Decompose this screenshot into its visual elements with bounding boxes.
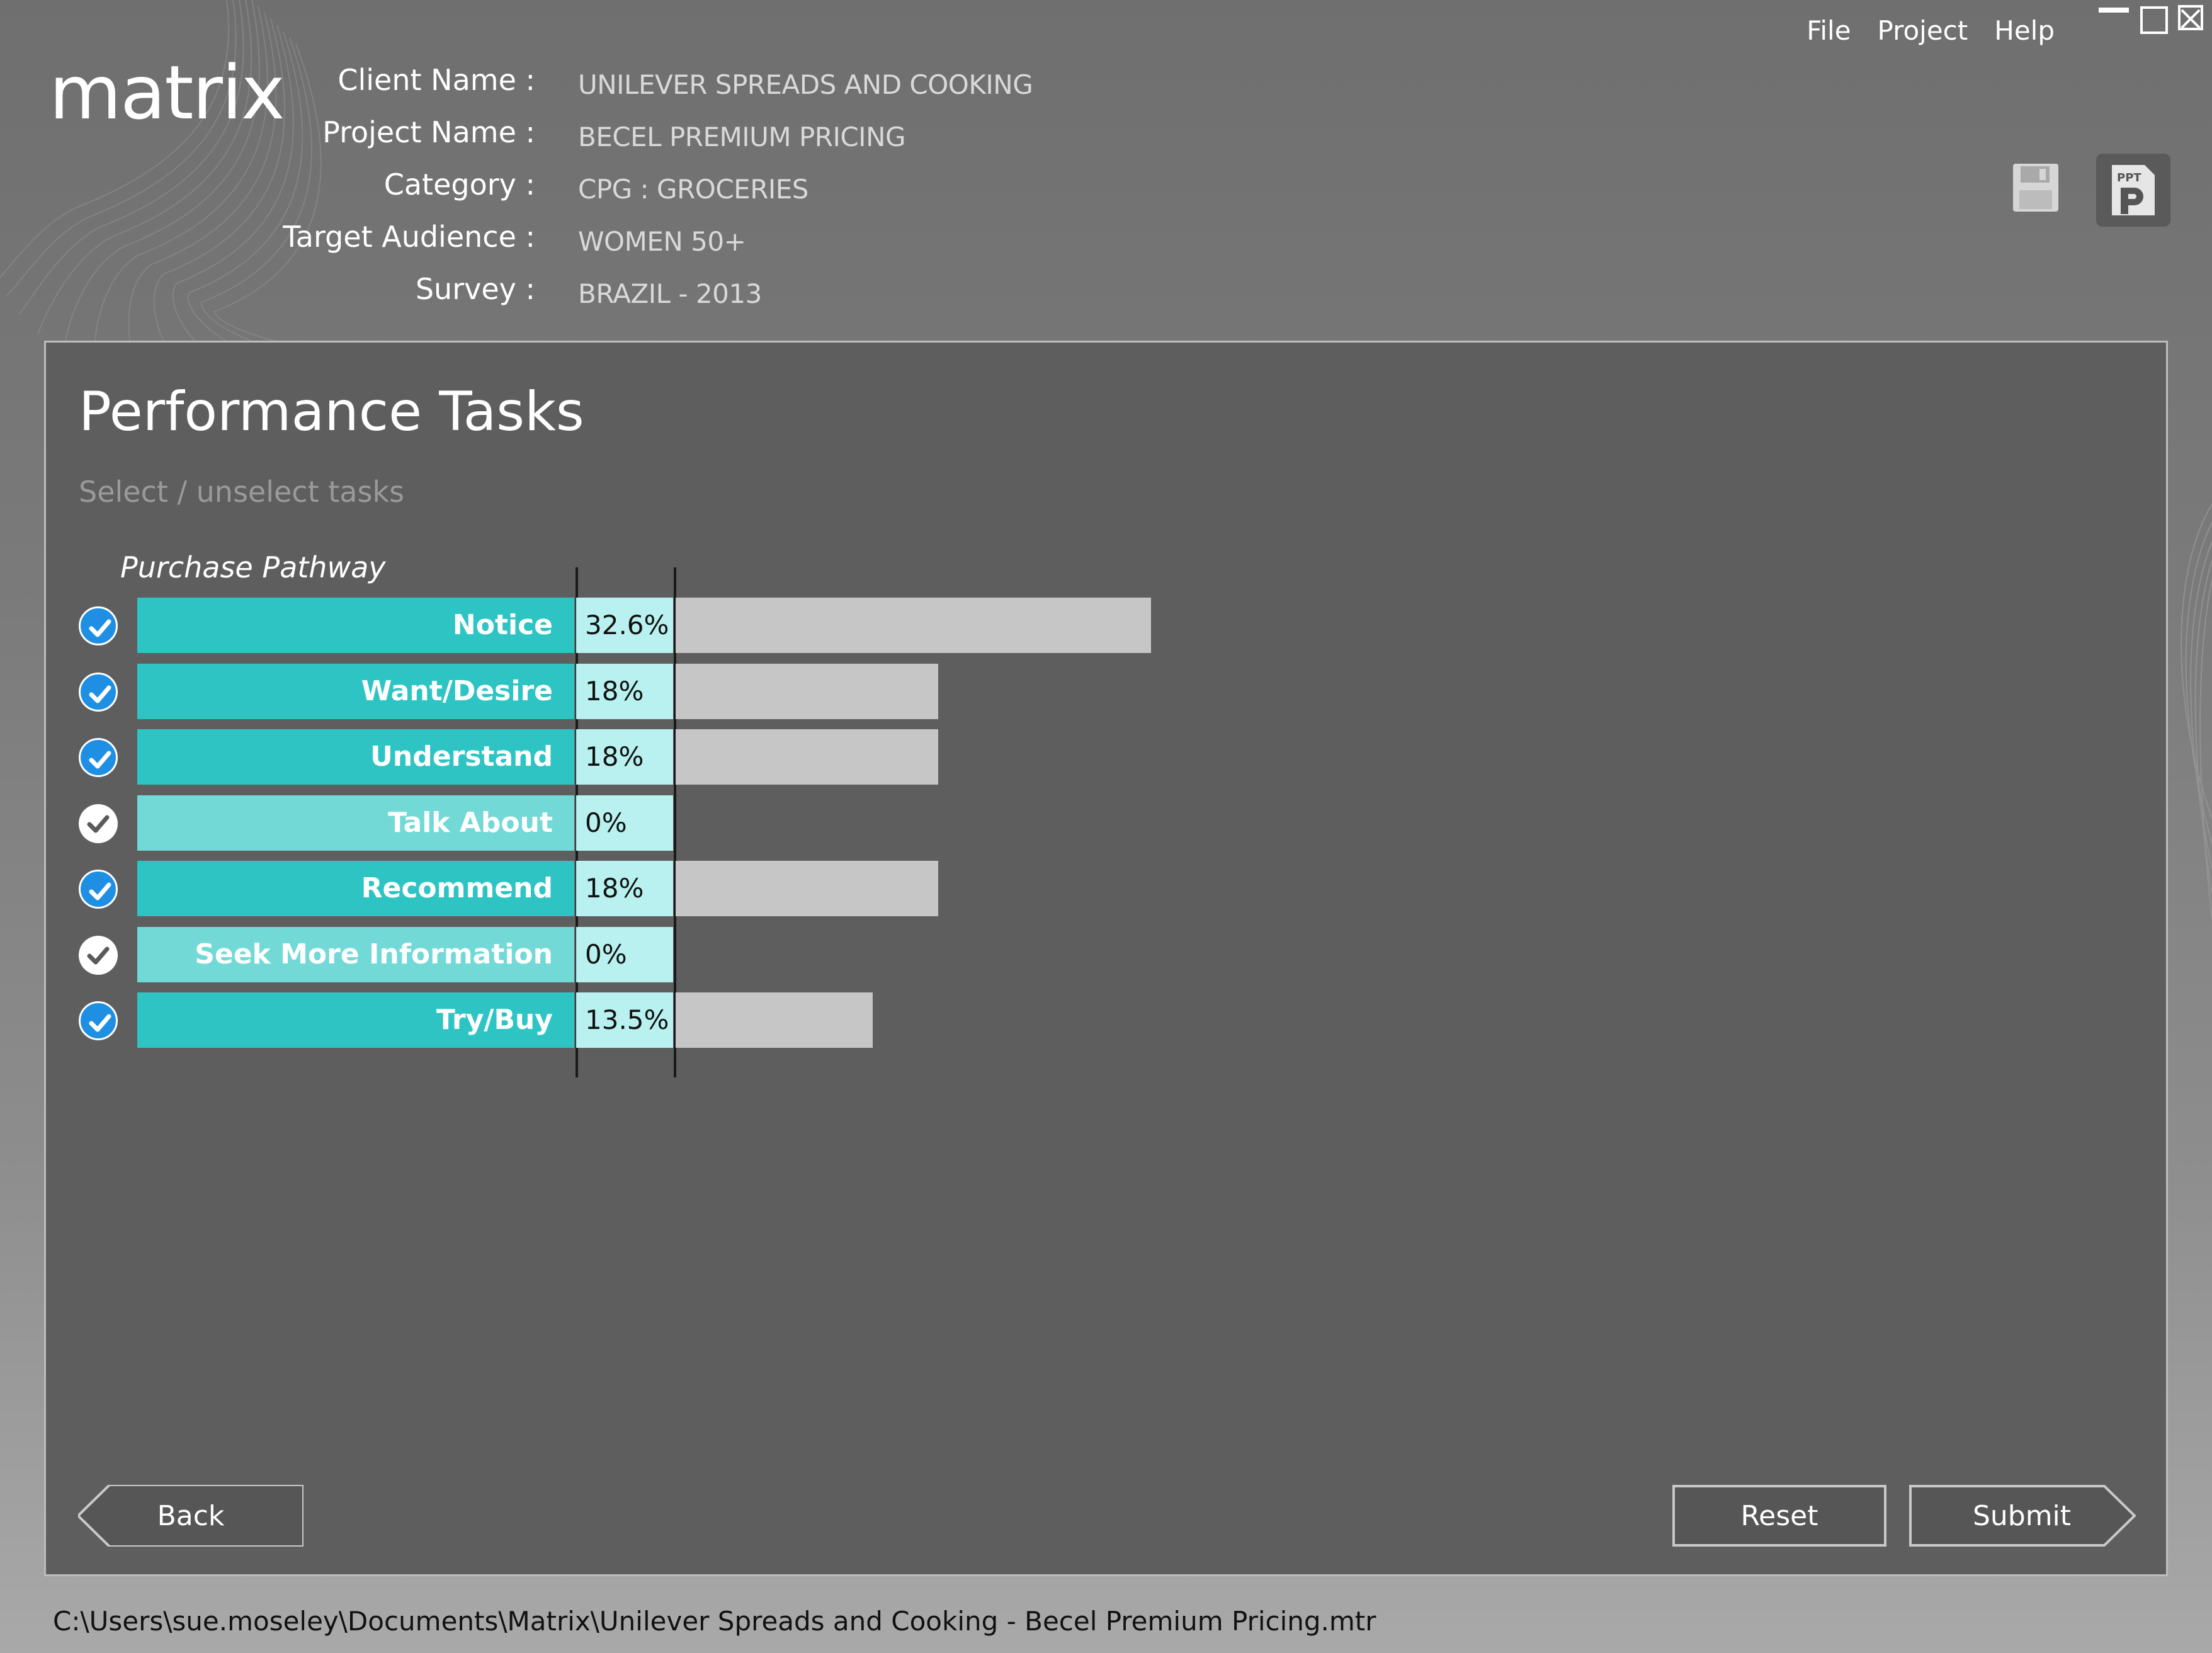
- info-value: BRAZIL - 2013: [578, 278, 762, 309]
- task-row: Recommend 18%: [79, 861, 1212, 916]
- menu-file[interactable]: File: [1806, 15, 1851, 46]
- task-checkbox[interactable]: [79, 935, 118, 975]
- task-percent: 0%: [576, 926, 673, 982]
- panel-title: Performance Tasks: [79, 380, 584, 443]
- task-row: Notice 32.6%: [79, 598, 1212, 653]
- group-label: Purchase Pathway: [120, 550, 386, 584]
- task-percent: 18%: [576, 663, 673, 719]
- info-value: CPG : GROCERIES: [578, 174, 808, 205]
- task-bar: [676, 663, 938, 719]
- ppt-icon: PPT: [2112, 165, 2155, 215]
- performance-tasks-panel: Performance Tasks Select / unselect task…: [44, 341, 2168, 1576]
- task-checkbox[interactable]: [79, 870, 118, 909]
- project-info: Client Name : UNILEVER SPREADS AND COOKI…: [283, 63, 1165, 324]
- check-icon: [89, 1014, 111, 1032]
- task-row: Understand 18%: [79, 729, 1212, 785]
- task-bar: [676, 861, 938, 916]
- info-row-project: Project Name : BECEL PREMIUM PRICING: [283, 115, 1165, 168]
- task-checkbox[interactable]: [79, 804, 118, 843]
- check-icon: [89, 619, 111, 637]
- info-value: WOMEN 50+: [578, 226, 746, 257]
- task-label[interactable]: Try/Buy: [137, 992, 574, 1048]
- check-icon: [87, 815, 110, 832]
- check-icon: [87, 946, 110, 964]
- task-label[interactable]: Seek More Information: [137, 926, 574, 982]
- submit-button[interactable]: Submit: [1909, 1485, 2135, 1547]
- task-percent: 18%: [576, 861, 673, 916]
- menu-bar: File Project Help: [1806, 15, 2055, 46]
- task-bar: [676, 598, 1151, 653]
- menu-project[interactable]: Project: [1878, 15, 1968, 46]
- task-row: Want/Desire 18%: [79, 663, 1212, 719]
- check-icon: [89, 882, 111, 900]
- save-icon[interactable]: [2012, 162, 2060, 213]
- info-row-audience: Target Audience : WOMEN 50+: [283, 220, 1165, 272]
- task-bar: [676, 729, 938, 785]
- back-button[interactable]: Back: [78, 1485, 303, 1547]
- task-label[interactable]: Want/Desire: [137, 663, 574, 719]
- background-wave-graphic-right: [2181, 504, 2212, 920]
- task-bar: [676, 992, 873, 1048]
- task-label[interactable]: Understand: [137, 729, 574, 785]
- minimize-button[interactable]: [2099, 4, 2129, 34]
- close-icon: [2178, 5, 2203, 30]
- reset-button[interactable]: Reset: [1672, 1485, 1886, 1547]
- window-controls: [2099, 4, 2207, 34]
- task-checkbox[interactable]: [79, 738, 118, 777]
- task-percent: 0%: [576, 795, 673, 851]
- info-row-client: Client Name : UNILEVER SPREADS AND COOKI…: [283, 63, 1165, 115]
- svg-text:PPT: PPT: [2117, 171, 2141, 185]
- task-checkbox[interactable]: [79, 672, 118, 712]
- info-label: Category :: [383, 168, 535, 202]
- task-checkbox[interactable]: [79, 1001, 118, 1040]
- task-percent: 13.5%: [576, 992, 673, 1048]
- close-button[interactable]: [2177, 4, 2207, 34]
- maximize-button[interactable]: [2138, 4, 2168, 34]
- reset-label: Reset: [1740, 1499, 1818, 1532]
- task-row: Try/Buy 13.5%: [79, 992, 1212, 1048]
- minimize-icon: [2099, 8, 2129, 13]
- task-label[interactable]: Notice: [137, 598, 574, 653]
- panel-subtitle: Select / unselect tasks: [79, 475, 405, 509]
- info-value: UNILEVER SPREADS AND COOKING: [578, 69, 1033, 100]
- check-icon: [89, 751, 111, 769]
- info-row-category: Category : CPG : GROCERIES: [283, 168, 1165, 220]
- info-label: Survey :: [415, 272, 535, 306]
- task-row: Seek More Information 0%: [79, 926, 1212, 982]
- file-path: C:\Users\sue.moseley\Documents\Matrix\Un…: [53, 1606, 1376, 1637]
- check-icon: [89, 685, 111, 703]
- export-ppt-button[interactable]: PPT: [2096, 154, 2170, 227]
- info-label: Project Name :: [322, 115, 535, 149]
- maximize-icon: [2140, 6, 2168, 34]
- task-row: Talk About 0%: [79, 795, 1212, 851]
- task-label[interactable]: Talk About: [137, 795, 574, 851]
- back-label: Back: [157, 1499, 225, 1532]
- task-percent: 18%: [576, 729, 673, 785]
- info-label: Target Audience :: [283, 220, 535, 254]
- task-percent: 32.6%: [576, 598, 673, 653]
- menu-help[interactable]: Help: [1994, 15, 2055, 46]
- submit-label: Submit: [1972, 1499, 2072, 1532]
- info-value: BECEL PREMIUM PRICING: [578, 122, 906, 152]
- info-label: Client Name :: [337, 63, 535, 97]
- task-checkbox[interactable]: [79, 606, 118, 645]
- info-row-survey: Survey : BRAZIL - 2013: [283, 272, 1165, 324]
- task-label[interactable]: Recommend: [137, 861, 574, 916]
